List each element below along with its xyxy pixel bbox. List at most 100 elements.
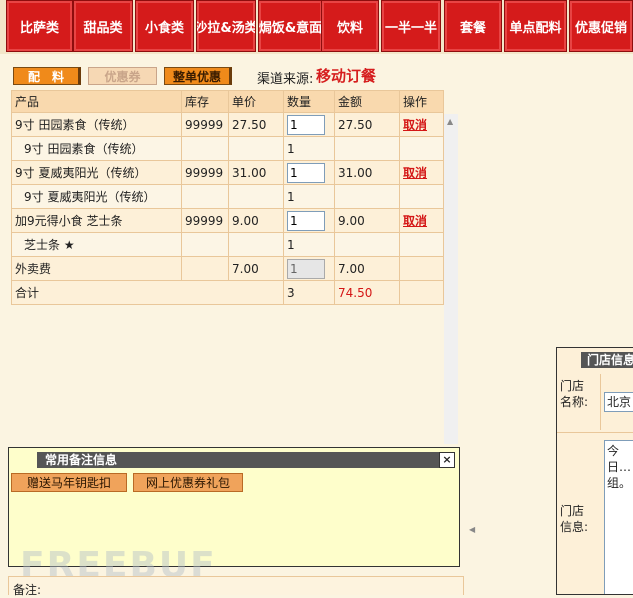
store-info-label: 门店信息:	[560, 504, 589, 534]
op-cell: 取消	[399, 160, 444, 185]
qty-input-disabled	[287, 258, 325, 279]
price-cell: 31.00	[228, 160, 284, 185]
order-table: 产品 库存 单价 数量 金额 操作 9寸 田园素食（传统） 99999 27.5…	[11, 90, 444, 305]
order-discount-button[interactable]: 整单优惠	[164, 67, 232, 85]
store-name-label: 门店名称:	[560, 379, 589, 409]
qty-cell: 1	[283, 136, 335, 161]
price-cell: 27.50	[228, 112, 284, 137]
product-name: 9寸 夏威夷阳光（传统）	[11, 184, 182, 209]
amount-cell	[334, 184, 400, 209]
source-label: 渠道来源:	[257, 72, 314, 87]
qty-input[interactable]	[287, 210, 325, 231]
total-label: 合计	[11, 280, 284, 305]
table-row: 芝士条 ★ 1	[11, 232, 444, 257]
col-header-stock: 库存	[181, 90, 229, 113]
store-header: 门店信息	[557, 350, 633, 370]
scroll-left-icon[interactable]: ◀	[469, 525, 475, 534]
col-header-amount: 金额	[334, 90, 400, 113]
stock-cell	[181, 184, 229, 209]
remarks-label: 备注:	[13, 583, 42, 597]
table-row: 9寸 田园素食（传统） 1	[11, 136, 444, 161]
cancel-link[interactable]: 取消	[403, 214, 427, 228]
note-coupon-pack-button[interactable]: 网上优惠券礼包	[133, 473, 243, 492]
category-salad-soup[interactable]: 沙拉&汤类	[196, 0, 256, 52]
qty-cell	[283, 160, 335, 185]
product-name: 外卖费	[11, 256, 182, 281]
coupon-button[interactable]: 优惠券	[88, 67, 157, 85]
qty-cell: 1	[283, 184, 335, 209]
category-drinks[interactable]: 饮料	[321, 0, 379, 52]
qty-input[interactable]	[287, 114, 325, 135]
table-row: 9寸 夏威夷阳光（传统） 99999 31.00 31.00 取消	[11, 160, 444, 185]
stock-cell	[181, 232, 229, 257]
table-row: 外卖费 7.00 7.00	[11, 256, 444, 281]
category-promotion[interactable]: 优惠促销	[569, 0, 633, 52]
amount-cell: 31.00	[334, 160, 400, 185]
op-cell	[399, 232, 444, 257]
category-pizza[interactable]: 比萨类	[6, 0, 73, 52]
stock-cell	[181, 136, 229, 161]
amount-cell: 7.00	[334, 256, 400, 281]
store-name-select[interactable]: 北京	[604, 392, 633, 412]
table-row: 9寸 田园素食（传统） 99999 27.50 27.50 取消	[11, 112, 444, 137]
total-amount: 74.50	[334, 280, 400, 305]
col-header-qty: 数量	[283, 90, 335, 113]
op-cell	[399, 256, 444, 281]
table-row: 9寸 夏威夷阳光（传统） 1	[11, 184, 444, 209]
qty-input[interactable]	[287, 162, 325, 183]
category-dessert[interactable]: 甜品类	[73, 0, 133, 52]
qty-cell	[283, 112, 335, 137]
category-rice-pasta[interactable]: 焗饭&意面	[258, 0, 323, 52]
product-name: 9寸 田园素食（传统）	[11, 136, 182, 161]
op-cell	[399, 136, 444, 161]
store-divider	[557, 432, 633, 433]
store-info-panel: 门店信息 门店名称: 北京 门店信息: 今日… 组。	[556, 347, 633, 595]
price-cell: 9.00	[228, 208, 284, 233]
store-info-textarea[interactable]: 今日… 组。	[604, 440, 633, 594]
op-cell	[399, 184, 444, 209]
category-snack[interactable]: 小食类	[135, 0, 194, 52]
remarks-section: 备注:	[8, 576, 464, 597]
product-name: 9寸 夏威夷阳光（传统）	[11, 160, 182, 185]
total-row: 合计 3 74.50	[11, 280, 444, 305]
toppings-button[interactable]: 配 料	[13, 67, 81, 85]
table-header-row: 产品 库存 单价 数量 金额 操作	[11, 90, 444, 113]
stock-cell: 99999	[181, 208, 229, 233]
category-bar: 比萨类 甜品类 小食类 沙拉&汤类 焗饭&意面 饮料 一半一半 套餐 单点配料 …	[0, 0, 633, 54]
stock-cell: 99999	[181, 160, 229, 185]
amount-cell	[334, 232, 400, 257]
op-cell: 取消	[399, 208, 444, 233]
category-half-half[interactable]: 一半一半	[381, 0, 441, 52]
product-name: 加9元得小食 芝士条	[11, 208, 182, 233]
store-title: 门店信息	[581, 352, 633, 368]
stock-cell: 99999	[181, 112, 229, 137]
total-qty: 3	[283, 280, 335, 305]
cancel-link[interactable]: 取消	[403, 166, 427, 180]
notes-title: 常用备注信息	[37, 452, 449, 468]
qty-cell	[283, 256, 335, 281]
qty-cell: 1	[283, 232, 335, 257]
qty-cell	[283, 208, 335, 233]
op-cell	[399, 280, 444, 305]
scroll-up-icon[interactable]: ▲	[447, 117, 453, 126]
amount-cell: 9.00	[334, 208, 400, 233]
table-row: 加9元得小食 芝士条 99999 9.00 9.00 取消	[11, 208, 444, 233]
amount-cell: 27.50	[334, 112, 400, 137]
category-combo[interactable]: 套餐	[444, 0, 502, 52]
op-cell: 取消	[399, 112, 444, 137]
amount-cell	[334, 136, 400, 161]
cancel-link[interactable]: 取消	[403, 118, 427, 132]
product-name: 9寸 田园素食（传统）	[11, 112, 182, 137]
note-keychain-button[interactable]: 赠送马年钥匙扣	[11, 473, 127, 492]
price-cell	[228, 136, 284, 161]
product-name: 芝士条 ★	[11, 232, 182, 257]
category-toppings[interactable]: 单点配料	[504, 0, 567, 52]
col-header-product: 产品	[11, 90, 182, 113]
price-cell	[228, 184, 284, 209]
col-header-price: 单价	[228, 90, 284, 113]
close-icon[interactable]: ×	[439, 452, 455, 468]
col-header-op: 操作	[399, 90, 444, 113]
price-cell: 7.00	[228, 256, 284, 281]
stock-cell	[181, 256, 229, 281]
vertical-scrollbar[interactable]: ▲	[444, 114, 458, 444]
